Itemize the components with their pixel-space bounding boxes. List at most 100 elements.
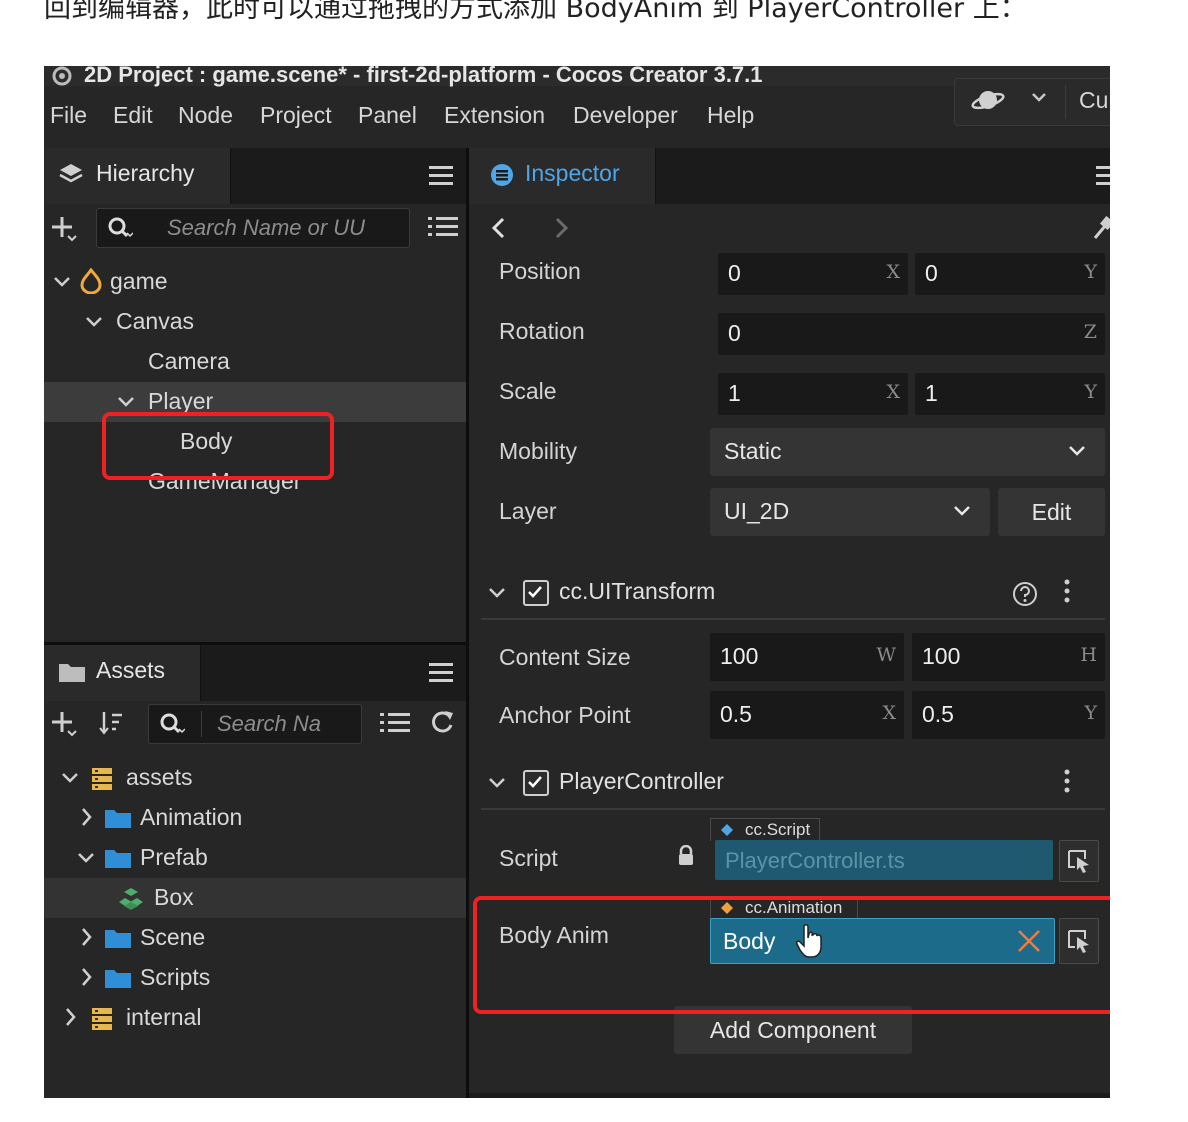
menu-developer[interactable]: Developer (573, 102, 678, 129)
menu-extension[interactable]: Extension (444, 102, 545, 129)
axis-x-label: X (886, 261, 900, 283)
forward-arrow-icon[interactable] (551, 214, 571, 247)
page-caption: 回到编辑器，此时可以通过拖拽的方式添加 BodyAnim 到 PlayerCon… (44, 0, 1027, 24)
script-asset-field[interactable]: PlayerController.ts (715, 840, 1053, 880)
chevron-right-icon[interactable] (60, 1003, 80, 1037)
scene-icon (80, 267, 102, 299)
more-options-icon[interactable] (1063, 578, 1071, 611)
inspector-tab-bar: Inspector (469, 148, 1110, 204)
menu-file[interactable]: File (50, 102, 87, 129)
folder-icon (58, 661, 86, 689)
more-options-icon[interactable] (1063, 768, 1071, 801)
planet-icon (971, 85, 1005, 122)
layer-label: Layer (499, 498, 557, 524)
scale-y-input[interactable]: 1 Y (915, 373, 1105, 415)
menu-help[interactable]: Help (707, 102, 754, 129)
menu-node[interactable]: Node (178, 102, 233, 129)
tree-item-animation[interactable]: Animation (44, 798, 466, 838)
anchor-point-label: Anchor Point (499, 702, 631, 728)
menu-project[interactable]: Project (260, 102, 332, 129)
script-picker-button[interactable] (1059, 840, 1099, 882)
folder-icon (104, 808, 132, 835)
chevron-down-icon[interactable] (52, 267, 72, 301)
cocos-logo-icon (52, 66, 74, 86)
chevron-down-icon[interactable] (60, 763, 80, 797)
tree-item-prefab[interactable]: Prefab (44, 838, 466, 878)
tree-item-assets[interactable]: assets (44, 758, 466, 798)
inspector-icon (489, 162, 515, 194)
mobility-select[interactable]: Static (710, 428, 1105, 476)
lock-icon (677, 844, 695, 872)
position-y-value: 0 (925, 260, 938, 286)
list-view-icon[interactable] (380, 710, 410, 741)
add-asset-icon[interactable] (50, 709, 78, 742)
assets-search-placeholder: Search Na (217, 711, 321, 736)
script-type-label: cc.Script (745, 820, 811, 839)
help-icon[interactable] (1011, 580, 1039, 613)
chevron-right-icon[interactable] (76, 923, 96, 957)
window-title: 2D Project : game.scene* - first-2d-plat… (84, 66, 763, 87)
tree-item-label: assets (126, 764, 193, 790)
cursor-select-icon (1067, 849, 1091, 878)
position-y-input[interactable]: 0 Y (915, 253, 1105, 295)
position-x-input[interactable]: 0 X (718, 253, 908, 295)
scale-x-value: 1 (728, 380, 741, 406)
tab-inspector[interactable]: Inspector (469, 148, 656, 204)
tree-item-game[interactable]: game (44, 262, 466, 302)
tree-item-camera[interactable]: Camera (44, 342, 466, 382)
player-controller-header[interactable]: PlayerController (481, 758, 1105, 810)
tab-hierarchy[interactable]: Hierarchy (44, 148, 231, 204)
content-size-w-input[interactable]: 100 W (710, 633, 904, 681)
uitransform-enabled-checkbox[interactable] (523, 580, 549, 606)
uitransform-header[interactable]: cc.UITransform (481, 568, 1105, 620)
assets-menu-icon[interactable] (429, 663, 453, 683)
refresh-icon[interactable] (428, 708, 456, 741)
pin-icon[interactable] (1093, 215, 1110, 247)
database-icon (90, 766, 114, 797)
chevron-down-icon[interactable] (487, 582, 507, 609)
platform-selector[interactable]: Cu (954, 78, 1110, 126)
highlight-box-body-node (102, 412, 334, 480)
axis-x-label: X (882, 702, 896, 724)
tab-assets[interactable]: Assets (44, 645, 201, 701)
menu-edit[interactable]: Edit (113, 102, 153, 129)
back-arrow-icon[interactable] (489, 214, 509, 247)
anchor-point-x-input[interactable]: 0.5 X (710, 691, 904, 739)
tree-item-scene[interactable]: Scene (44, 918, 466, 958)
tree-item-internal[interactable]: internal (44, 998, 466, 1038)
panel-bottom-edge (469, 1093, 1110, 1098)
axis-y-label: Y (1084, 261, 1097, 283)
assets-search-input[interactable]: Search Na (148, 704, 362, 744)
content-size-h-input[interactable]: 100 H (912, 633, 1105, 681)
axis-w-label: W (876, 644, 896, 666)
top-right-label[interactable]: Cu (1079, 87, 1108, 114)
hierarchy-menu-icon[interactable] (429, 166, 453, 186)
chevron-down-icon[interactable] (84, 307, 104, 341)
scale-x-input[interactable]: 1 X (718, 373, 908, 415)
rotation-z-input[interactable]: 0 Z (718, 313, 1105, 355)
sort-icon[interactable] (98, 709, 128, 742)
list-view-icon[interactable] (428, 214, 458, 245)
anchor-point-y-input[interactable]: 0.5 Y (912, 691, 1105, 739)
chevron-right-icon[interactable] (76, 803, 96, 837)
mobility-value: Static (724, 438, 782, 464)
chevron-down-icon[interactable] (487, 772, 507, 799)
chevron-right-icon[interactable] (76, 963, 96, 997)
tree-item-scripts[interactable]: Scripts (44, 958, 466, 998)
tree-item-box[interactable]: Box (44, 878, 466, 918)
layer-value: UI_2D (724, 498, 790, 524)
layer-select[interactable]: UI_2D (710, 488, 990, 536)
player-controller-enabled-checkbox[interactable] (523, 770, 549, 796)
divider (201, 711, 202, 737)
hierarchy-search-input[interactable]: Search Name or UU (96, 208, 410, 248)
menu-panel[interactable]: Panel (358, 102, 417, 129)
add-node-icon[interactable] (50, 214, 78, 247)
tree-item-label: Canvas (116, 308, 194, 334)
content-size-h-value: 100 (922, 643, 961, 669)
chevron-down-icon[interactable] (76, 843, 96, 877)
content-size-label: Content Size (499, 644, 631, 670)
chevron-down-icon (1067, 438, 1087, 468)
layer-edit-button[interactable]: Edit (998, 488, 1105, 536)
inspector-menu-icon[interactable] (1096, 166, 1110, 186)
tree-item-canvas[interactable]: Canvas (44, 302, 466, 342)
